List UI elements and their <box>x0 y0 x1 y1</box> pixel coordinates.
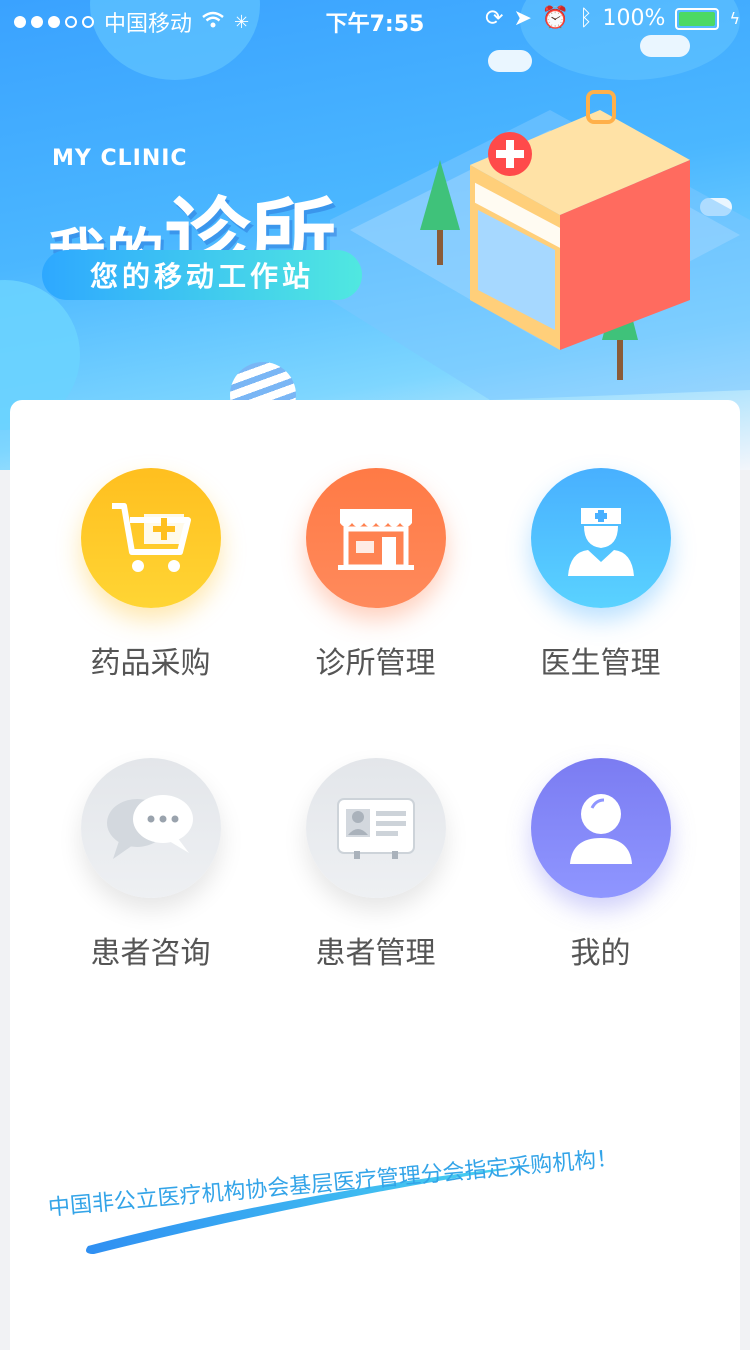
menu-item-label: 药品采购 <box>90 646 211 681</box>
menu-item-clinic-management[interactable]: 诊所管理 <box>263 468 488 682</box>
promo-banner: 中国非公立医疗机构协会基层医疗管理分会指定采购机构！ <box>40 1110 720 1254</box>
clinic-illustration <box>330 90 750 400</box>
alarm-clock-icon: ⏰ <box>541 6 570 31</box>
menu-item-label: 医生管理 <box>540 646 661 681</box>
bluetooth-icon: ᛒ <box>579 6 593 31</box>
shopping-cart-plus-icon <box>80 468 221 608</box>
menu-item-label: 我的 <box>570 936 631 971</box>
menu-item-label: 诊所管理 <box>315 646 436 681</box>
status-bar: 中国移动 ✳ 下午7:55 ⟳ ➤ ⏰ ᛒ 100% ϟ <box>0 0 750 40</box>
menu-item-doctor-management[interactable]: 医生管理 <box>488 468 713 682</box>
slogan-badge: 您的移动工作站 <box>42 250 362 300</box>
menu-item-label: 患者咨询 <box>90 936 211 971</box>
red-cross-icon <box>488 132 532 176</box>
orientation-lock-icon: ⟳ <box>485 6 504 31</box>
menu-card: 药品采购 诊所管理 医生管理 患者咨询 患者管理 我的 中国非公立医疗机构协会基… <box>10 400 740 1350</box>
charging-bolt-icon: ϟ <box>729 9 740 28</box>
menu-item-label: 患者管理 <box>315 936 436 971</box>
menu-item-patient-management[interactable]: 患者管理 <box>263 758 488 972</box>
battery-icon <box>675 7 720 30</box>
storefront-icon <box>305 468 446 608</box>
battery-percent: 100% <box>602 6 666 31</box>
chat-bubbles-icon <box>80 758 221 898</box>
menu-item-patient-consultation[interactable]: 患者咨询 <box>38 758 263 972</box>
menu-item-drug-purchase[interactable]: 药品采购 <box>38 468 263 682</box>
location-arrow-icon: ➤ <box>513 6 532 31</box>
user-profile-icon <box>530 758 671 898</box>
decor-cloud <box>488 50 532 72</box>
menu-item-mine[interactable]: 我的 <box>488 758 713 972</box>
patient-card-icon <box>305 758 446 898</box>
doctor-icon <box>530 468 671 608</box>
